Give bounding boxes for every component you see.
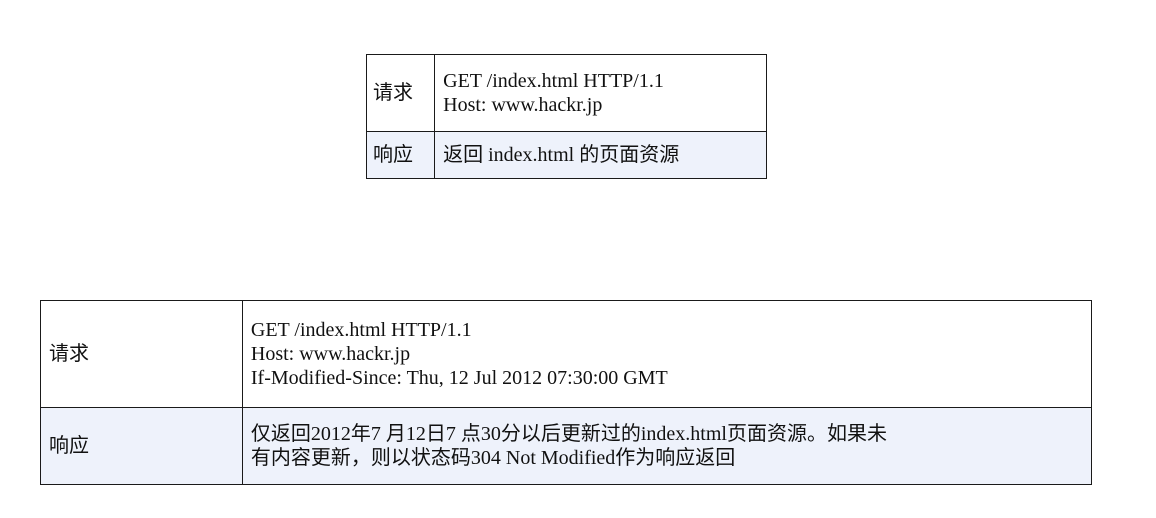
request-row: 请求 GET /index.html HTTP/1.1 Host: www.ha… (365, 54, 767, 132)
request-row: 请求 GET /index.html HTTP/1.1 Host: www.ha… (40, 300, 1093, 408)
response-row: 响应 仅返回2012年7 月12日7 点30分以后更新过的index.html页… (40, 407, 1093, 485)
response-line: 有内容更新，则以状态码304 Not Modified作为响应返回 (250, 447, 736, 469)
response-label-cell: 响应 (40, 407, 243, 485)
response-content-cell: 返回 index.html 的页面资源 (434, 131, 767, 179)
request-content-cell: GET /index.html HTTP/1.1 Host: www.hackr… (241, 300, 1093, 408)
response-content-cell: 仅返回2012年7 月12日7 点30分以后更新过的index.html页面资源… (241, 407, 1093, 485)
request-label: 请求 (49, 343, 89, 365)
response-label: 响应 (49, 435, 89, 457)
response-label-cell: 响应 (365, 131, 436, 179)
request-content-cell: GET /index.html HTTP/1.1 Host: www.hackr… (434, 54, 767, 132)
request-line: Host: www.hackr.jp (443, 94, 603, 116)
request-line: GET /index.html HTTP/1.1 (250, 319, 472, 341)
request-line: Host: www.hackr.jp (250, 343, 411, 365)
request-line: If-Modified-Since: Thu, 12 Jul 2012 07:3… (250, 367, 668, 389)
response-label: 响应 (373, 144, 413, 166)
request-line: GET /index.html HTTP/1.1 (443, 70, 664, 92)
http-request-response-table-basic: 请求 GET /index.html HTTP/1.1 Host: www.ha… (365, 54, 767, 179)
request-label-cell: 请求 (40, 300, 243, 408)
response-line: 仅返回2012年7 月12日7 点30分以后更新过的index.html页面资源… (250, 423, 887, 445)
response-text: 返回 index.html 的页面资源 (443, 144, 680, 166)
response-row: 响应 返回 index.html 的页面资源 (365, 131, 767, 179)
request-label: 请求 (373, 82, 413, 104)
request-label-cell: 请求 (365, 54, 436, 132)
http-request-response-table-conditional: 请求 GET /index.html HTTP/1.1 Host: www.ha… (40, 300, 1093, 485)
